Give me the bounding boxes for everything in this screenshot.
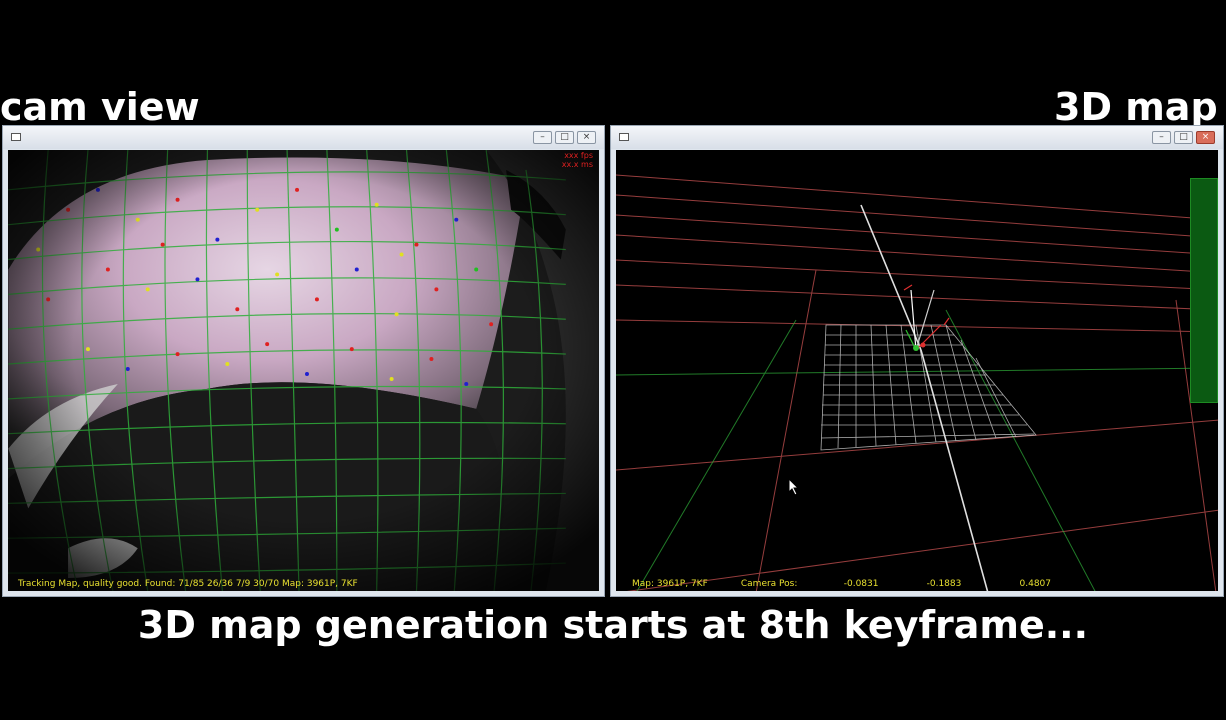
keyframe-side-panel: [1190, 178, 1218, 403]
close-icon[interactable]: ×: [1196, 131, 1215, 144]
maximize-icon[interactable]: □: [555, 131, 574, 144]
video-caption: 3D map generation starts at 8th keyframe…: [137, 603, 1089, 647]
window-menu-icon[interactable]: [11, 133, 21, 141]
window-menu-icon[interactable]: [619, 133, 629, 141]
cam-view-title: cam view: [0, 85, 200, 129]
camera-view-window: – □ × xxx fps xx.x ms Tracking Map, qual…: [2, 125, 605, 597]
camera-pos-x: -0.0831: [843, 579, 879, 589]
map-view-canvas[interactable]: Map: 3961P, 7KF Camera Pos: -0.0831 -0.1…: [616, 150, 1218, 591]
camera-view-canvas[interactable]: xxx fps xx.x ms Tracking Map, quality go…: [8, 150, 599, 591]
3d-map-title: 3D map: [1054, 85, 1218, 129]
mouse-cursor-icon: [788, 478, 800, 496]
minimize-icon[interactable]: –: [533, 131, 552, 144]
camera-frame-image: [8, 150, 599, 591]
map-window-titlebar[interactable]: – □ ×: [611, 126, 1223, 149]
camera-pos-z: 0.4807: [1019, 579, 1052, 589]
tracking-status-text: Tracking Map, quality good. Found: 71/85…: [18, 579, 358, 589]
camera-window-titlebar[interactable]: – □ ×: [3, 126, 604, 149]
3d-map-render: [616, 150, 1218, 591]
maximize-icon[interactable]: □: [1174, 131, 1193, 144]
fps-readout: xxx fps xx.x ms: [561, 151, 593, 169]
minimize-icon[interactable]: –: [1152, 131, 1171, 144]
map-view-window: – □ × Map: 3961P, 7KF Camera Pos: -0.083…: [610, 125, 1224, 597]
camera-pos-y: -0.1883: [926, 579, 962, 589]
map-size-label: Map: 3961P, 7KF: [632, 579, 708, 589]
map-status-text: Map: 3961P, 7KF Camera Pos: -0.0831 -0.1…: [632, 579, 1051, 589]
close-icon[interactable]: ×: [577, 131, 596, 144]
camera-pos-label: Camera Pos:: [740, 579, 798, 589]
